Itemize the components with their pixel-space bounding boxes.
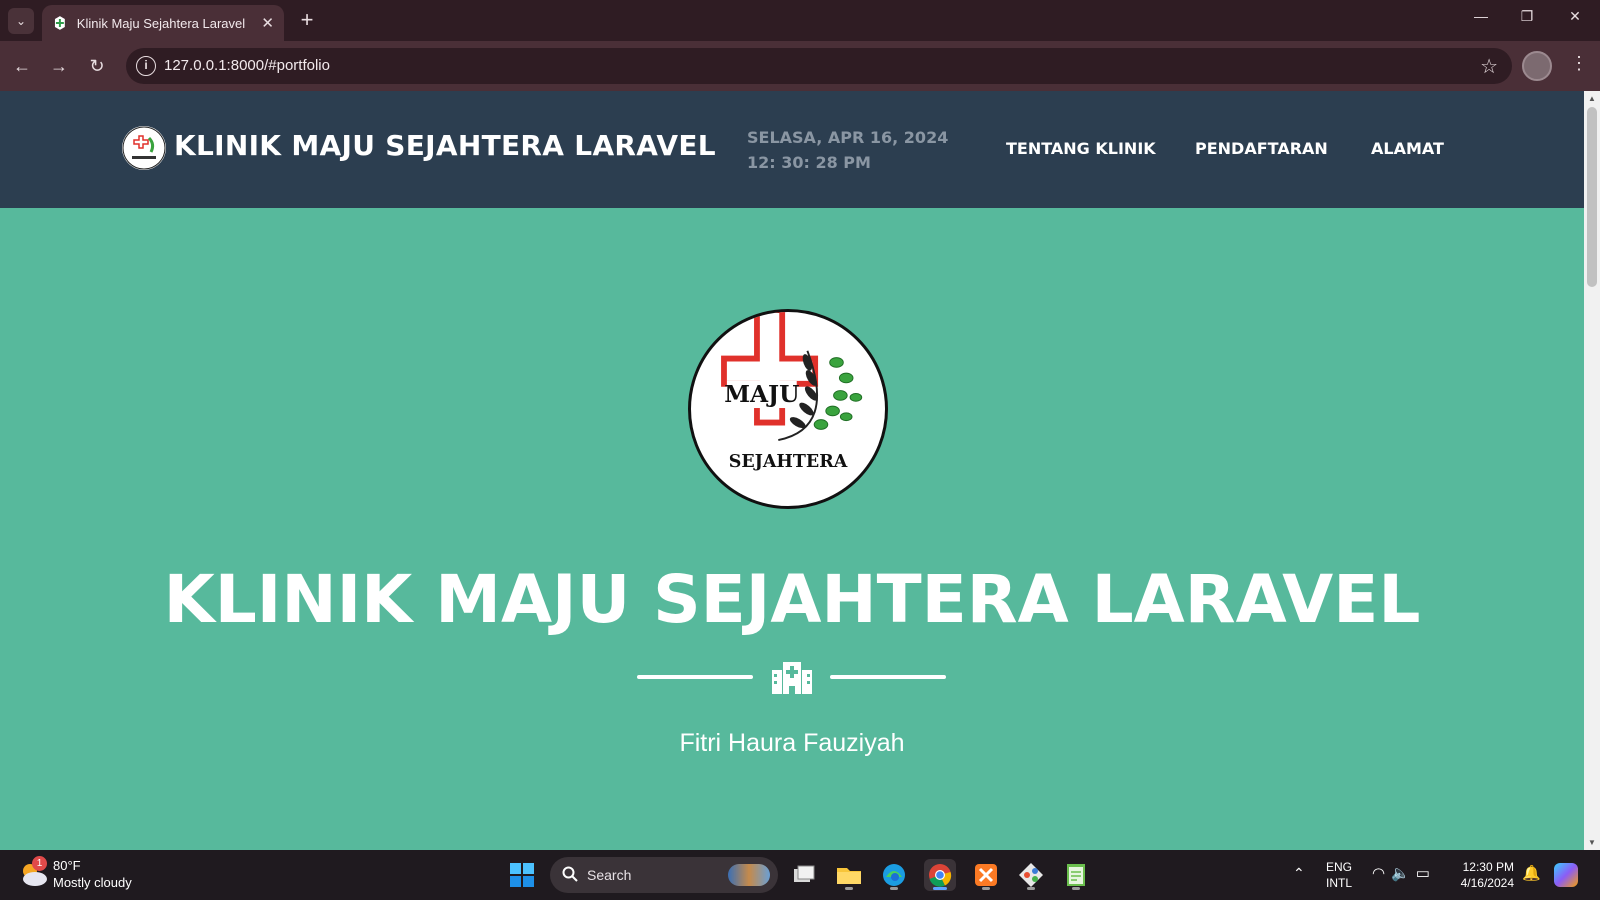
running-indicator <box>890 887 898 890</box>
back-icon[interactable]: ← <box>10 54 34 78</box>
site-navbar: KLINIK MAJU SEJAHTERA LARAVEL SELASA, AP… <box>0 91 1584 208</box>
taskbar-search[interactable]: Search <box>550 857 778 893</box>
nav-link-pendaftaran[interactable]: PENDAFTARAN <box>1195 139 1328 158</box>
logo-text-maju: MAJU <box>724 381 799 408</box>
hospital-icon <box>772 662 812 694</box>
system-clock[interactable]: 12:30 PM 4/16/2024 <box>1452 859 1514 891</box>
url-text[interactable]: 127.0.0.1:8000/#portfolio <box>164 57 330 74</box>
active-indicator <box>933 887 947 890</box>
tab-title: Klinik Maju Sejahtera Laravel La <box>76 15 250 31</box>
wifi-icon[interactable]: ◠ <box>1372 865 1391 882</box>
divider-line-right <box>830 675 946 679</box>
browser-tab-bar: ⌄ Klinik Maju Sejahtera Laravel La ✕ + —… <box>0 0 1600 41</box>
search-label: Search <box>587 867 632 883</box>
weather-alert-badge: 1 <box>32 856 47 871</box>
reload-icon[interactable]: ↻ <box>85 54 109 78</box>
notepad-icon[interactable] <box>1060 859 1092 891</box>
brand-logo[interactable] <box>122 126 166 170</box>
restore-button[interactable]: ❐ <box>1512 8 1542 25</box>
page-scrollbar[interactable]: ▲ ▼ <box>1584 91 1600 850</box>
task-view-icon[interactable] <box>788 859 820 891</box>
xampp-icon[interactable] <box>970 859 1002 891</box>
windows-start-icon[interactable] <box>510 863 534 887</box>
hero-subtitle: Fitri Haura Fauziyah <box>679 729 905 757</box>
browser-menu-icon[interactable]: ⋮ <box>1570 53 1588 74</box>
minimize-button[interactable]: — <box>1466 8 1496 24</box>
brand-title[interactable]: KLINIK MAJU SEJAHTERA LARAVEL <box>174 129 716 162</box>
battery-icon[interactable]: ▭ <box>1416 865 1436 882</box>
hero-title: KLINIK MAJU SEJAHTERA LARAVEL <box>163 561 1421 638</box>
language-code: ENG <box>1326 860 1353 874</box>
forward-icon[interactable]: → <box>47 54 71 78</box>
new-tab-button[interactable]: + <box>295 8 319 32</box>
notification-bell-icon[interactable]: 🔔 <box>1522 864 1541 882</box>
logo-text-sejahtera: SEJAHTERA <box>729 452 848 472</box>
git-tool-icon[interactable] <box>1015 859 1047 891</box>
system-tray-icons[interactable]: ◠🔈▭ <box>1372 864 1436 882</box>
tab-close-button[interactable]: ✕ <box>261 14 274 32</box>
divider-line-left <box>637 675 753 679</box>
address-bar[interactable]: i 127.0.0.1:8000/#portfolio ☆ <box>126 48 1512 84</box>
file-explorer-icon[interactable] <box>833 859 865 891</box>
running-indicator <box>1027 887 1035 890</box>
running-indicator <box>845 887 853 890</box>
current-date: SELASA, APR 16, 2024 <box>747 128 949 147</box>
tray-overflow-icon[interactable]: ⌃ <box>1293 865 1305 882</box>
taskbar: 1 80°F Mostly cloudy Search ⌃ ENG INTL ◠… <box>0 850 1600 900</box>
profile-avatar[interactable] <box>1522 51 1552 81</box>
search-highlight-image <box>728 864 770 886</box>
copilot-icon[interactable] <box>1554 863 1578 887</box>
keyboard-layout: INTL <box>1326 876 1353 890</box>
favicon-icon <box>54 16 65 30</box>
volume-icon[interactable]: 🔈 <box>1391 865 1416 882</box>
running-indicator <box>982 887 990 890</box>
tab-search-button[interactable]: ⌄ <box>8 8 34 34</box>
browser-toolbar: ← → ↻ i 127.0.0.1:8000/#portfolio ☆ ⋮ <box>0 41 1600 91</box>
scroll-down-icon[interactable]: ▼ <box>1588 838 1596 847</box>
search-icon <box>562 866 578 882</box>
site-info-icon[interactable]: i <box>136 56 156 76</box>
edge-browser-icon[interactable] <box>878 859 910 891</box>
close-window-button[interactable]: ✕ <box>1560 8 1590 25</box>
nav-link-alamat[interactable]: ALAMAT <box>1371 139 1444 158</box>
weather-temperature[interactable]: 80°F <box>53 858 81 873</box>
language-indicator[interactable]: ENG INTL <box>1326 859 1352 891</box>
browser-tab[interactable]: Klinik Maju Sejahtera Laravel La ✕ <box>42 5 284 41</box>
scroll-up-icon[interactable]: ▲ <box>1588 94 1596 103</box>
weather-description[interactable]: Mostly cloudy <box>53 875 132 890</box>
chrome-browser-icon[interactable] <box>924 859 956 891</box>
current-time: 12: 30: 28 PM <box>747 153 871 172</box>
datetime-display: SELASA, APR 16, 2024 12: 30: 28 PM <box>747 125 948 175</box>
clock-time: 12:30 PM <box>1462 860 1514 874</box>
clinic-logo: MAJU SEJAHTERA <box>688 309 888 509</box>
scroll-thumb[interactable] <box>1587 107 1597 287</box>
page-content: KLINIK MAJU SEJAHTERA LARAVEL SELASA, AP… <box>0 91 1584 850</box>
clock-date: 4/16/2024 <box>1460 876 1514 890</box>
bookmark-star-icon[interactable]: ☆ <box>1480 54 1498 79</box>
running-indicator <box>1072 887 1080 890</box>
nav-link-tentang-klinik[interactable]: TENTANG KLINIK <box>1006 139 1156 158</box>
